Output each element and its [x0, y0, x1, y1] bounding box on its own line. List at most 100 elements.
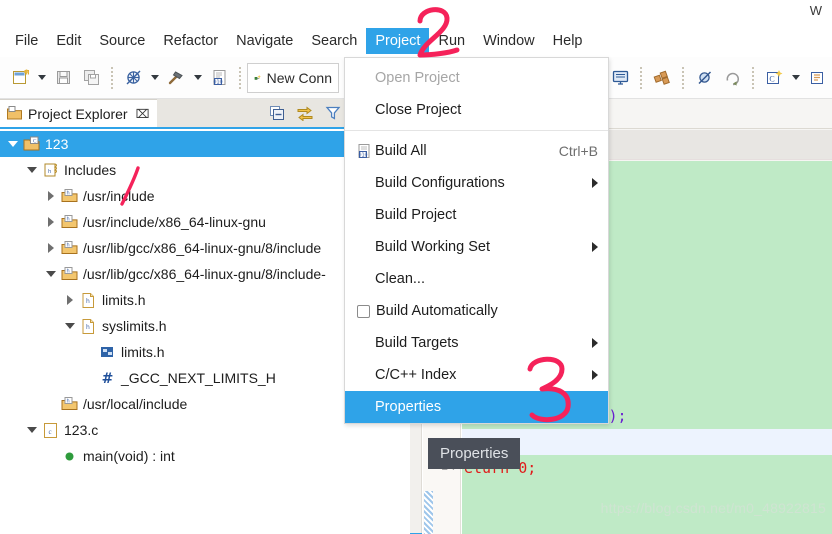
menu-item-label: Build All	[375, 143, 427, 159]
tab-project-explorer[interactable]: Project Explorer ⌧	[0, 99, 158, 127]
menu-item-run[interactable]: Run	[429, 28, 474, 54]
chevron-right-icon[interactable]	[44, 215, 58, 229]
tree-item-label: limits.h	[102, 292, 146, 308]
new-c-project-icon[interactable]: C	[761, 63, 787, 93]
tab-project-explorer-label: Project Explorer	[28, 105, 128, 122]
new-connection-button[interactable]: New Conn	[247, 62, 339, 93]
svg-text:h: h	[66, 398, 69, 404]
tree-item-label: /usr/lib/gcc/x86_64-linux-gnu/8/include	[83, 240, 322, 256]
include-folder-icon: h	[60, 187, 78, 205]
twisty-placeholder	[44, 449, 58, 463]
debug-dropdown-caret[interactable]	[148, 63, 161, 93]
menu-build-targets[interactable]: Build Targets	[345, 327, 608, 359]
window-title-strip: W	[0, 0, 832, 25]
menu-item-file[interactable]: File	[6, 28, 47, 54]
menu-build-configurations[interactable]: Build Configurations	[345, 167, 608, 199]
window-title-fragment: W	[809, 3, 822, 18]
menu-properties[interactable]: Properties	[345, 391, 608, 423]
menu-item-label: Close Project	[375, 102, 462, 118]
svg-text:#: #	[101, 371, 113, 387]
includes-icon: h	[41, 161, 59, 179]
menu-close-project[interactable]: Close Project	[345, 94, 608, 126]
menu-build-automatically[interactable]: Build Automatically	[345, 295, 608, 327]
tree-item-label: limits.h	[121, 344, 165, 360]
menu-item-window[interactable]: Window	[474, 28, 544, 54]
chevron-down-icon[interactable]	[25, 163, 39, 177]
console-icon[interactable]	[607, 63, 633, 93]
build-automatically-checkbox[interactable]	[357, 304, 370, 318]
menu-item-source[interactable]: Source	[90, 28, 154, 54]
new-file-dropdown-caret[interactable]	[35, 63, 48, 93]
menu-item-label: Build Targets	[375, 335, 459, 351]
chevron-right-icon[interactable]	[44, 241, 58, 255]
chevron-down-icon[interactable]	[63, 319, 77, 333]
skip-breakpoints-icon[interactable]	[691, 63, 717, 93]
menu-open-project: Open Project	[345, 62, 608, 94]
new-file-icon[interactable]	[7, 63, 33, 93]
chevron-down-icon[interactable]	[6, 137, 20, 151]
menu-item-edit[interactable]: Edit	[47, 28, 90, 54]
hammer-build-icon[interactable]	[163, 63, 189, 93]
menu-c-c-index[interactable]: C/C++ Index	[345, 359, 608, 391]
menu-item-label: Properties	[375, 399, 442, 415]
menu-item-navigate[interactable]: Navigate	[227, 28, 302, 54]
project-menu-dropdown[interactable]: Open Project Close Project 010 Build All Ctr…	[344, 57, 609, 424]
twisty-placeholder	[82, 371, 96, 385]
svg-text:h: h	[86, 298, 90, 305]
chevron-down-icon[interactable]	[44, 267, 58, 281]
include-folder-icon: h	[60, 265, 78, 283]
svg-text:c: c	[48, 428, 51, 436]
svg-text:C: C	[769, 75, 774, 84]
menu-build-project[interactable]: Build Project	[345, 199, 608, 231]
restore-icon[interactable]	[719, 63, 745, 93]
open-type-icon[interactable]	[804, 63, 830, 93]
save-icon[interactable]	[50, 63, 76, 93]
toolbar-separator-2	[239, 66, 241, 89]
menu-clean[interactable]: Clean...	[345, 263, 608, 295]
menu-item-refactor[interactable]: Refactor	[154, 28, 227, 54]
menu-item-label: Build Working Set	[375, 239, 490, 255]
menu-item-project[interactable]: Project	[366, 27, 430, 54]
chevron-down-icon[interactable]	[25, 423, 39, 437]
toolbar-separator-4	[682, 66, 684, 89]
menu-separator	[345, 130, 608, 131]
save-all-icon[interactable]	[78, 63, 104, 93]
include-folder-icon: h	[60, 213, 78, 231]
menu-item-search[interactable]: Search	[302, 28, 366, 54]
svg-text:C: C	[33, 138, 37, 144]
include-ref-icon	[98, 343, 116, 361]
build-dropdown-caret[interactable]	[191, 63, 204, 93]
tree-item-main-void-int[interactable]: main(void) : int	[0, 443, 410, 469]
menu-build-working-set[interactable]: Build Working Set	[345, 231, 608, 263]
build-all-icon[interactable]: 010	[206, 63, 232, 93]
perspective-icon[interactable]	[649, 63, 675, 93]
eclipse-ide-window: W File Edit Source Refactor Navigate Search Pr…	[0, 0, 832, 534]
blog-watermark: https://blog.csdn.net/m0_48922815	[600, 500, 826, 516]
menu-build-all[interactable]: 010 Build All Ctrl+B	[345, 135, 608, 167]
menu-item-label: Clean...	[375, 271, 425, 287]
toolbar-separator-3	[640, 66, 642, 89]
c-project-icon: C	[22, 135, 40, 153]
svg-text:h: h	[66, 268, 69, 274]
menu-item-help[interactable]: Help	[544, 28, 592, 54]
svg-text:h: h	[86, 324, 90, 331]
new-c-project-dropdown-caret[interactable]	[789, 63, 802, 93]
collapse-all-icon[interactable]	[268, 104, 286, 122]
svg-text:h: h	[48, 169, 51, 175]
menu-item-label: Open Project	[375, 70, 460, 86]
toolbar-separator	[111, 66, 113, 89]
close-icon[interactable]: ⌧	[136, 107, 150, 121]
chevron-right-icon[interactable]	[63, 293, 77, 307]
svg-text:h: h	[66, 242, 69, 248]
properties-tooltip: Properties	[428, 438, 521, 469]
new-connection-label: New Conn	[266, 69, 332, 86]
chevron-right-icon[interactable]	[44, 189, 58, 203]
debug-icon[interactable]	[120, 63, 146, 93]
tree-item-label: /usr/local/include	[83, 396, 188, 412]
svg-text:010: 010	[213, 80, 222, 86]
link-with-editor-icon[interactable]	[296, 104, 314, 122]
menu-item-label: C/C++ Index	[375, 367, 457, 383]
function-dot-icon	[60, 447, 78, 465]
filter-icon[interactable]	[324, 104, 342, 122]
twisty-placeholder	[44, 397, 58, 411]
